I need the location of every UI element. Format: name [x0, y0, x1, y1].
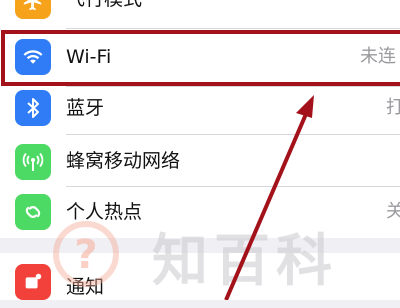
settings-row-cellular[interactable]: 蜂窝移动网络: [0, 134, 400, 189]
settings-row-airplane-mode[interactable]: 飞行模式: [0, 0, 400, 28]
settings-row-bluetooth[interactable]: 蓝牙 打: [0, 80, 400, 135]
settings-row-label: 蓝牙: [66, 97, 105, 119]
settings-group-notifications: 通知: [0, 253, 400, 300]
settings-row-label: Wi-Fi: [66, 46, 112, 68]
settings-row-label: 飞行模式: [66, 0, 142, 11]
bluetooth-status-value: 打: [386, 97, 400, 118]
wifi-status-value: 未连: [360, 46, 396, 67]
row-separator: [66, 28, 400, 29]
settings-row-personal-hotspot[interactable]: 个人热点 关: [0, 186, 400, 241]
settings-row-label: 蜂窝移动网络: [66, 150, 181, 172]
wifi-icon: [15, 39, 51, 75]
notifications-icon: [15, 264, 51, 300]
hotspot-status-value: 关: [386, 201, 400, 222]
settings-row-label: 个人热点: [66, 201, 143, 223]
settings-row-wifi[interactable]: Wi-Fi 未连: [0, 30, 400, 85]
antenna-icon: [15, 144, 51, 180]
bluetooth-icon: [15, 90, 51, 126]
airplane-icon: [15, 0, 51, 19]
settings-row-label: 通知: [66, 276, 105, 298]
settings-list: 飞行模式 Wi-Fi 未连 蓝牙 打: [0, 0, 400, 300]
hotspot-icon: [15, 194, 51, 230]
settings-group-connectivity: 飞行模式 Wi-Fi 未连 蓝牙 打: [0, 0, 400, 238]
